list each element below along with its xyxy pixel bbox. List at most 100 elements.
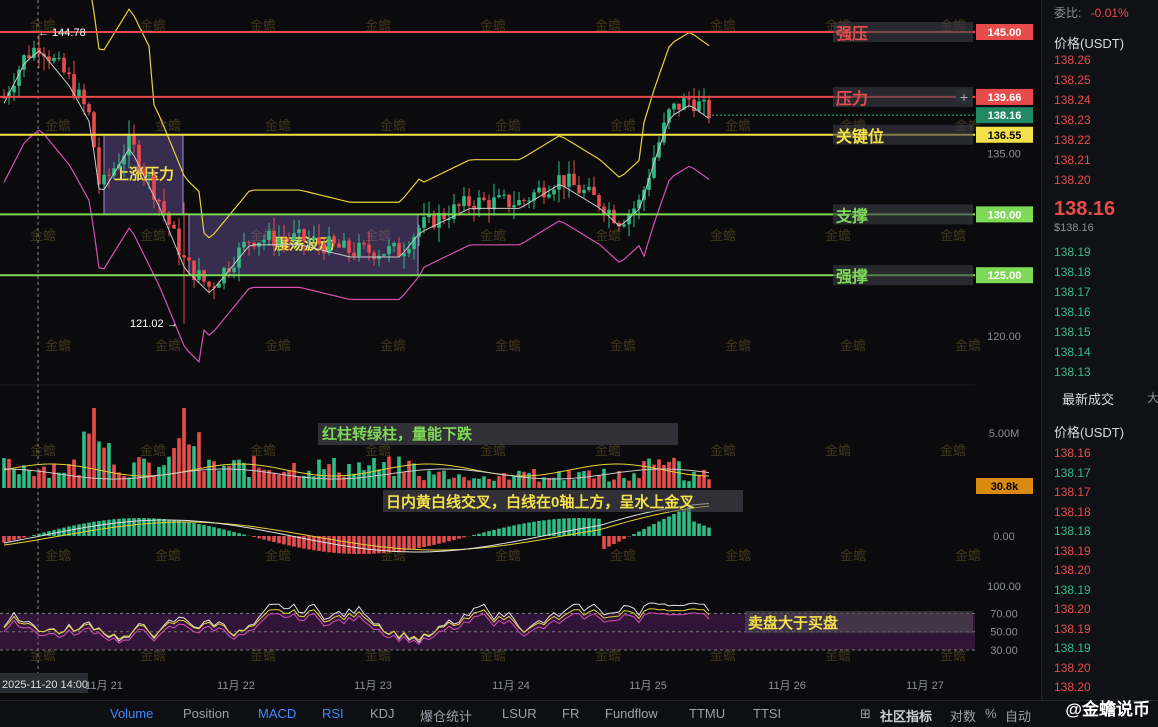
watermark-text: 金蟾 — [725, 338, 751, 354]
volume-bar — [197, 432, 201, 488]
macd-histogram-bar — [647, 527, 651, 537]
indicator-tab-ttsi[interactable]: TTSI — [753, 706, 781, 721]
watermark-text: 金蟾 — [610, 118, 636, 134]
indicator-tab-macd[interactable]: MACD — [258, 706, 296, 721]
macd-histogram-bar — [452, 536, 456, 540]
candle-body — [577, 185, 581, 193]
macd-histogram-bar — [207, 526, 211, 536]
macd-histogram-bar — [627, 536, 631, 537]
macd-histogram-bar — [242, 534, 246, 536]
trade-price: 138.17 — [1054, 485, 1091, 499]
volume-bar — [372, 458, 376, 488]
level-label: 关键位 — [836, 127, 884, 146]
candle-body — [687, 98, 691, 99]
candle-body — [232, 268, 236, 272]
level-price-text: 130.00 — [988, 209, 1022, 221]
indicator-tab-kdj[interactable]: KDJ — [370, 706, 395, 721]
community-indicator-icon[interactable]: ⊞ — [860, 706, 871, 722]
indicator-tab-爆仓统计[interactable]: 爆仓统计 — [420, 706, 472, 725]
volume-bar — [447, 479, 451, 488]
macd-histogram-bar — [182, 521, 186, 536]
candle-body — [302, 229, 306, 241]
volume-bar — [112, 465, 116, 488]
candle-body — [517, 200, 521, 205]
volume-annotation: 红柱转绿柱，量能下跌 — [322, 425, 473, 443]
rsi-axis-tick: 100.00 — [987, 581, 1021, 593]
crosshair-time-label: 2025-11-20 14:00 — [2, 679, 88, 691]
volume-bar — [17, 474, 21, 488]
volume-bar — [147, 463, 151, 488]
indicator-tab-volume[interactable]: Volume — [110, 706, 153, 721]
macd-histogram-bar — [162, 519, 166, 536]
bid-price: 138.13 — [1054, 365, 1091, 379]
macd-histogram-bar — [227, 531, 231, 536]
watermark-text: 金蟾 — [940, 228, 966, 244]
volume-bar — [497, 476, 501, 488]
trade-price: 138.20 — [1054, 563, 1091, 577]
auto-scale-toggle[interactable]: 自动 — [1005, 706, 1031, 725]
tab-latest-trades[interactable]: 最新成交 — [1062, 389, 1114, 408]
macd-histogram-bar — [32, 535, 36, 536]
indicator-tab-rsi[interactable]: RSI — [322, 706, 344, 721]
indicator-tab-fundflow[interactable]: Fundflow — [605, 706, 658, 721]
volume-bar — [422, 480, 426, 488]
macd-histogram-bar — [562, 518, 566, 536]
trade-price: 138.16 — [1054, 446, 1091, 460]
candle-body — [292, 233, 296, 240]
macd-histogram-bar — [447, 536, 451, 541]
candle-body — [597, 195, 601, 207]
volume-bar — [602, 469, 606, 488]
candle-body — [307, 240, 311, 241]
candle-body — [102, 175, 106, 185]
candle-body — [207, 282, 211, 287]
macd-histogram-bar — [307, 536, 311, 549]
macd-histogram-bar — [622, 536, 626, 539]
percent-scale-toggle[interactable]: % — [985, 706, 997, 721]
macd-histogram-bar — [532, 522, 536, 536]
macd-histogram-bar — [522, 523, 526, 536]
candle-body — [242, 242, 246, 248]
macd-histogram-bar — [347, 536, 351, 554]
candle-body — [622, 224, 626, 226]
indicator-tab-ttmu[interactable]: TTMU — [689, 706, 725, 721]
macd-histogram-bar — [357, 536, 361, 554]
volume-bar — [377, 469, 381, 488]
indicator-tab-lsur[interactable]: LSUR — [502, 706, 537, 721]
high-price-label: ← 144.78 — [38, 27, 86, 39]
volume-bar — [612, 480, 616, 488]
community-indicator-button[interactable]: 社区指标 — [880, 706, 932, 725]
volume-bar — [707, 479, 711, 488]
watermark-text: 金蟾 — [825, 443, 851, 459]
candle-body — [592, 187, 596, 195]
volume-bar — [627, 481, 631, 488]
bid-price: 138.14 — [1054, 345, 1091, 359]
watermark-text: 金蟾 — [495, 118, 521, 134]
level-label: 强撑 — [836, 267, 868, 286]
volume-bar — [27, 470, 31, 488]
trading-chart[interactable]: 金蟾金蟾金蟾金蟾金蟾金蟾金蟾金蟾金蟾金蟾金蟾金蟾金蟾金蟾金蟾金蟾金蟾金蟾金蟾金蟾… — [0, 0, 1040, 700]
volume-bar — [332, 458, 336, 488]
trade-price: 138.20 — [1054, 680, 1091, 694]
watermark-text: 金蟾 — [140, 228, 166, 244]
candle-body — [672, 104, 676, 110]
volume-bar — [142, 459, 146, 488]
indicator-tab-fr[interactable]: FR — [562, 706, 579, 721]
price-axis-tick: 135.00 — [987, 149, 1021, 161]
volume-bar — [177, 438, 181, 488]
volume-bar — [637, 478, 641, 488]
indicator-tab-position[interactable]: Position — [183, 706, 229, 721]
candle-body — [147, 175, 151, 176]
volume-bar — [537, 482, 541, 488]
trades-price-header: 价格(USDT) — [1054, 422, 1124, 441]
last-price: 138.16 — [1054, 198, 1115, 221]
volume-bar — [92, 408, 96, 488]
volume-bar — [37, 470, 41, 488]
tab-large-trades[interactable]: 大 — [1147, 389, 1158, 406]
watermark-text: 金蟾 — [495, 338, 521, 354]
orderbook-price-header: 价格(USDT) — [1054, 33, 1124, 52]
candle-body — [537, 188, 541, 193]
candle-body — [497, 195, 501, 197]
macd-histogram-bar — [287, 536, 291, 546]
macd-histogram-bar — [542, 520, 546, 536]
log-scale-toggle[interactable]: 对数 — [950, 706, 976, 725]
